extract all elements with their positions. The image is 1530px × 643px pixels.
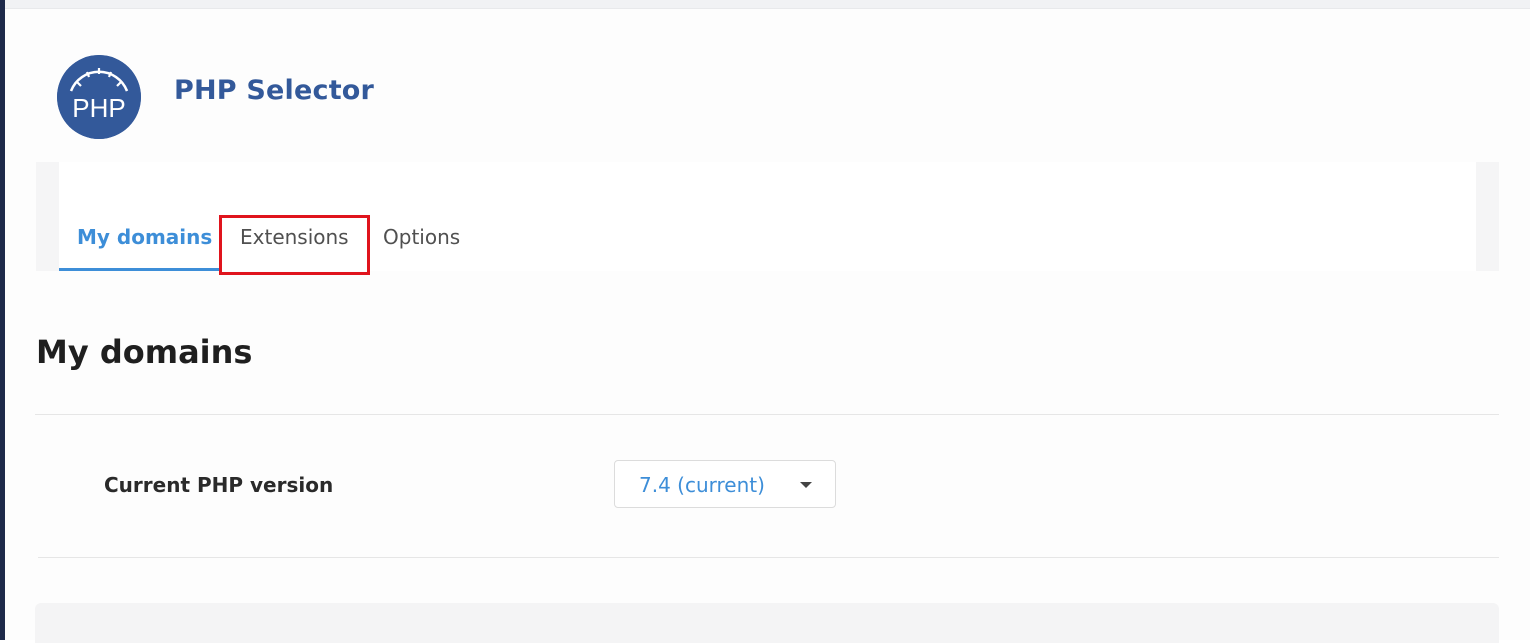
top-band [5,0,1530,9]
php-logo-icon: PHP [57,55,141,139]
tabs-bar [59,162,1476,271]
php-version-value: 7.4 (current) [639,473,765,497]
divider [38,557,1499,558]
divider [35,414,1499,415]
tab-options[interactable]: Options [383,225,460,249]
php-logo-text: PHP [72,93,125,123]
page-title: PHP Selector [174,75,375,106]
php-version-label: Current PHP version [104,473,334,497]
caret-down-icon [800,482,812,488]
section-heading: My domains [36,333,253,371]
active-tab-indicator [59,268,219,271]
tab-my-domains[interactable]: My domains [77,225,212,249]
tab-extensions[interactable]: Extensions [240,225,349,249]
bottom-panel [35,603,1499,643]
php-version-select[interactable]: 7.4 (current) [614,460,836,508]
